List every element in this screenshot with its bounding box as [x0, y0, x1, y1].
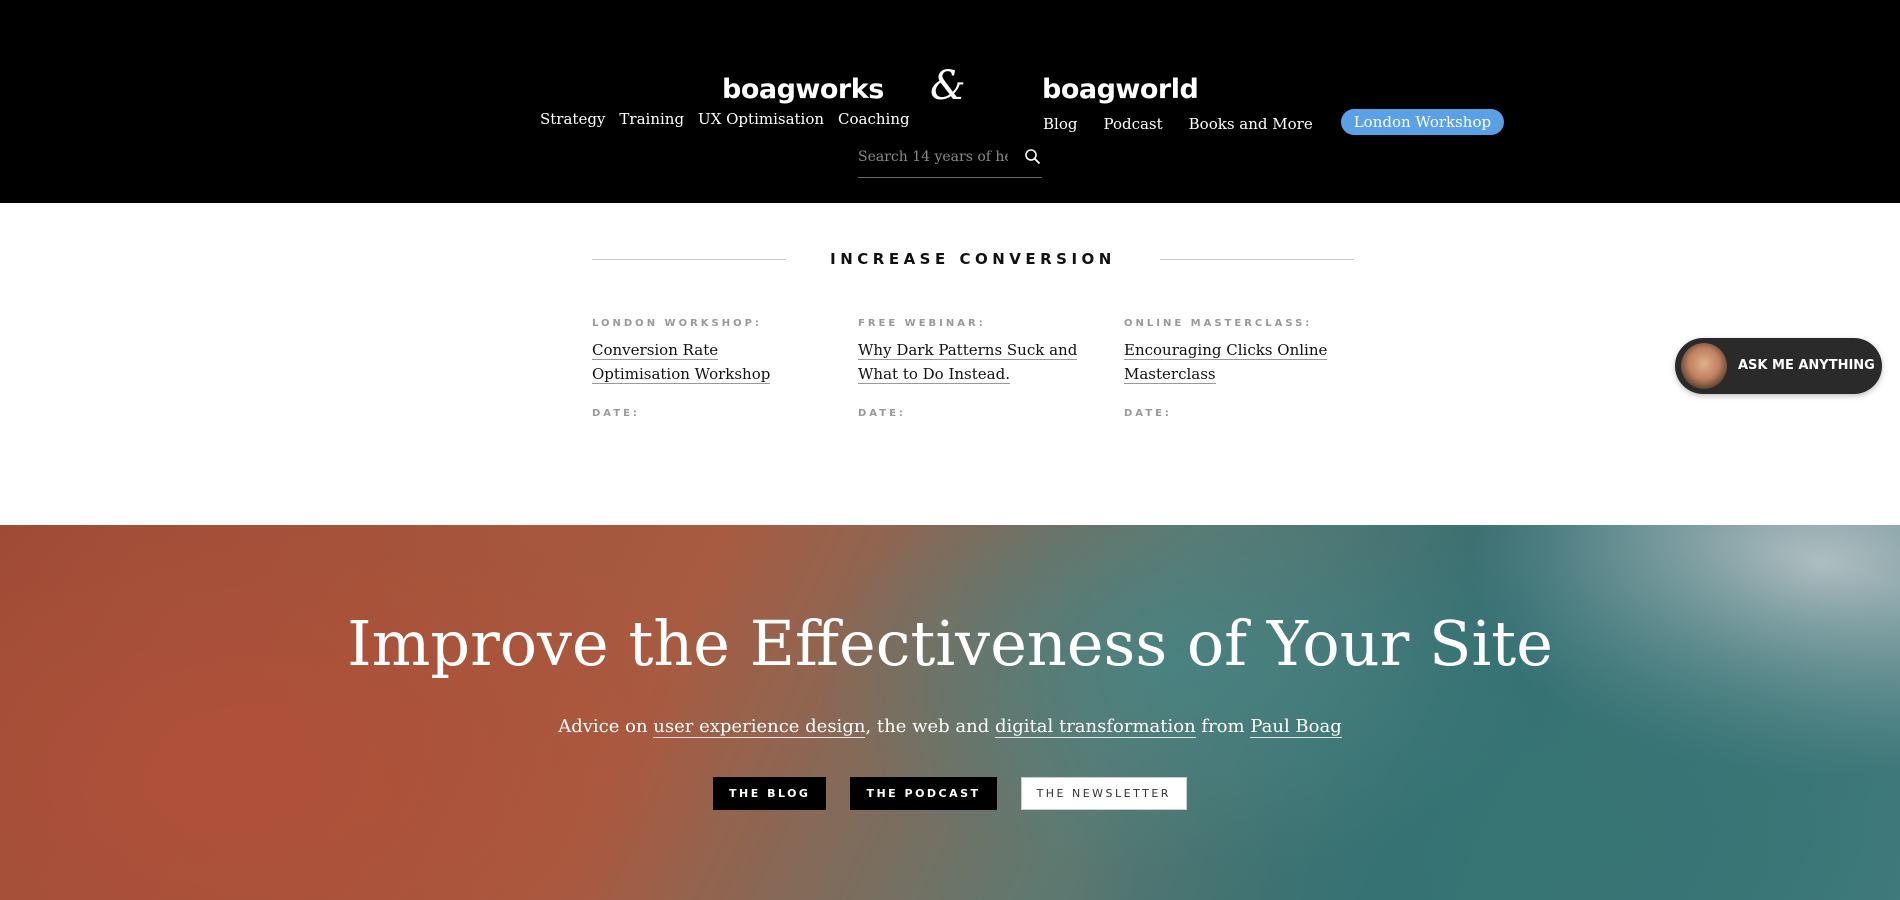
event-date-label: DATE:	[1124, 408, 1172, 419]
link-digital-transformation[interactable]: digital transformation	[994, 716, 1196, 738]
event-card-masterclass: ONLINE MASTERCLASS: Encouraging Clicks O…	[1124, 318, 1344, 419]
link-paul-boag[interactable]: Paul Boag	[1250, 716, 1342, 738]
ask-me-anything-label: ASK ME ANYTHING	[1738, 358, 1875, 373]
nav-coaching[interactable]: Coaching	[838, 110, 910, 128]
section-heading-row: INCREASE CONVERSION	[592, 250, 1354, 268]
the-podcast-button[interactable]: THE PODCAST	[850, 777, 997, 810]
event-title-link[interactable]: Why Dark Patterns Suck and What to Do In…	[858, 341, 1078, 384]
event-kicker: FREE WEBINAR:	[858, 318, 986, 329]
the-blog-button[interactable]: THE BLOG	[713, 777, 827, 810]
search-input[interactable]	[858, 149, 1008, 165]
hero-title: Improve the Effectiveness of Your Site	[347, 607, 1553, 680]
nav-training[interactable]: Training	[619, 110, 684, 128]
boagworks-nav: Strategy Training UX Optimisation Coachi…	[540, 110, 910, 128]
nav-ux-optimisation[interactable]: UX Optimisation	[698, 110, 824, 128]
hero-background-image	[0, 525, 1900, 900]
event-kicker: LONDON WORKSHOP:	[592, 318, 762, 329]
hero-banner: Improve the Effectiveness of Your Site A…	[0, 525, 1900, 900]
ampersand-glyph: &	[930, 63, 966, 109]
site-header: boagworks & boagworld Strategy Training …	[0, 0, 1900, 203]
event-kicker: ONLINE MASTERCLASS:	[1124, 318, 1313, 329]
event-card-webinar: FREE WEBINAR: Why Dark Patterns Suck and…	[858, 318, 1078, 419]
hero-buttons: THE BLOG THE PODCAST THE NEWSLETTER	[0, 777, 1900, 810]
avatar	[1681, 343, 1727, 389]
event-title-link[interactable]: Conversion Rate Optimisation Workshop	[592, 341, 771, 384]
nav-podcast[interactable]: Podcast	[1103, 115, 1162, 133]
hero-sub-text: Advice on	[558, 716, 654, 737]
link-user-experience-design[interactable]: user experience design	[653, 716, 866, 738]
event-date-label: DATE:	[592, 408, 640, 419]
nav-books-and-more[interactable]: Books and More	[1189, 115, 1313, 133]
ask-me-anything-button[interactable]: ASK ME ANYTHING	[1675, 338, 1882, 394]
heading-rule-right	[1160, 259, 1354, 260]
nav-blog[interactable]: Blog	[1043, 115, 1077, 133]
the-newsletter-button[interactable]: THE NEWSLETTER	[1020, 777, 1187, 810]
search-box	[858, 145, 1042, 178]
search-icon[interactable]	[1024, 148, 1042, 166]
boagworks-logo[interactable]: boagworks	[722, 74, 884, 105]
hero-subtitle: Advice on user experience design, the we…	[0, 716, 1900, 738]
event-date-label: DATE:	[858, 408, 906, 419]
london-workshop-button[interactable]: London Workshop	[1340, 109, 1505, 135]
nav-strategy[interactable]: Strategy	[540, 110, 605, 128]
boagworld-logo[interactable]: boagworld	[1042, 74, 1199, 105]
hero-sub-text: from	[1195, 716, 1251, 737]
boagworld-nav: Blog Podcast Books and More London Works…	[1043, 109, 1505, 137]
event-card-workshop: LONDON WORKSHOP: Conversion Rate Optimis…	[592, 318, 812, 419]
hero-sub-text: , the web and	[865, 716, 995, 737]
event-title-link[interactable]: Encouraging Clicks Online Masterclass	[1124, 341, 1328, 384]
